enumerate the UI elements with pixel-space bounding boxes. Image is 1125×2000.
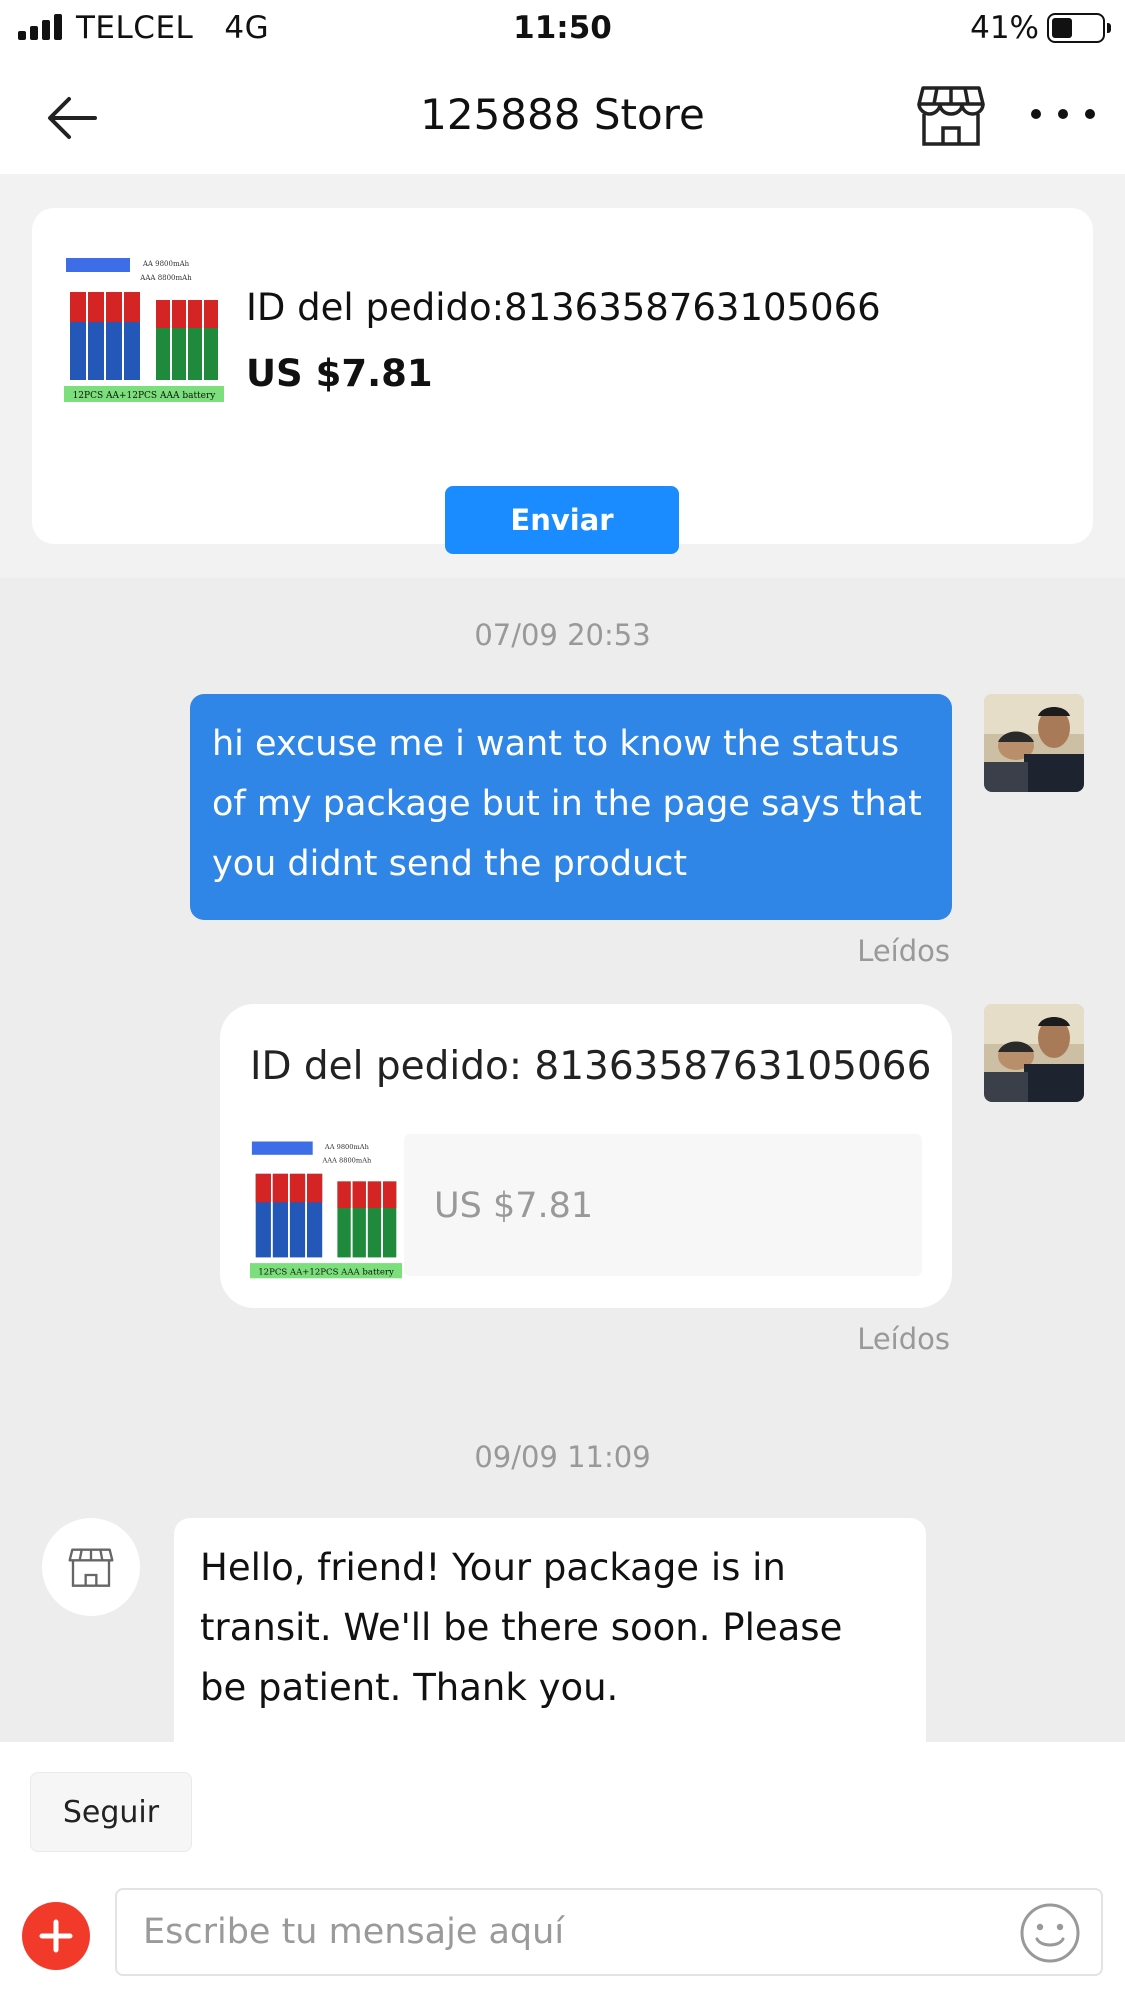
thumb-top-text-2: AAA 8800mAh: [139, 274, 192, 282]
order-panel: AA 9800mAh AAA 8800mAh 12PCS AA+12PCS AA…: [0, 174, 1125, 578]
emoji-icon[interactable]: [1019, 1902, 1081, 1964]
thumb-bottom-text: 12PCS AA+12PCS AAA battery: [258, 1268, 394, 1278]
battery-percent: 41%: [970, 10, 1039, 46]
thumb-top-text-1: AA 9800mAh: [324, 1143, 370, 1151]
received-message-text: Hello, friend! Your package is in transi…: [200, 1546, 843, 1709]
order-id: ID del pedido:8136358763105066: [246, 286, 881, 329]
order-message-price-box: US $7.81: [404, 1134, 922, 1276]
order-message-bubble[interactable]: ID del pedido: 8136358763105066 AA 9800m…: [220, 1004, 952, 1308]
order-message-price: US $7.81: [434, 1186, 594, 1226]
order-card: AA 9800mAh AAA 8800mAh 12PCS AA+12PCS AA…: [32, 208, 1093, 554]
order-message-id: ID del pedido: 8136358763105066: [250, 1044, 932, 1089]
composer-bar: Seguir: [0, 1742, 1125, 2000]
received-message-bubble[interactable]: Hello, friend! Your package is in transi…: [174, 1518, 926, 1742]
sent-message-bubble[interactable]: hi excuse me i want to know the status o…: [190, 694, 952, 920]
more-icon[interactable]: [1031, 94, 1095, 134]
plus-icon[interactable]: [22, 1902, 90, 1970]
store-avatar[interactable]: [42, 1518, 140, 1616]
thumb-top-text-1: AA 9800mAh: [142, 260, 190, 268]
status-time: 11:50: [513, 10, 612, 46]
product-thumbnail[interactable]: AA 9800mAh AAA 8800mAh 12PCS AA+12PCS AA…: [250, 1134, 402, 1282]
user-avatar[interactable]: [984, 1004, 1084, 1102]
chat-area[interactable]: 07/09 20:53 hi excuse me i want to know …: [0, 578, 1125, 1742]
store-icon[interactable]: [917, 84, 985, 148]
product-thumbnail[interactable]: AA 9800mAh AAA 8800mAh 12PCS AA+12PCS AA…: [64, 252, 224, 404]
read-receipt: Leídos: [857, 934, 950, 968]
order-price: US $7.81: [246, 352, 433, 395]
header-bar: 125888 Store: [0, 58, 1125, 174]
read-receipt: Leídos: [857, 1322, 950, 1356]
thumb-top-text-2: AAA 8800mAh: [322, 1156, 372, 1164]
follow-button[interactable]: Seguir: [30, 1772, 192, 1852]
chat-timestamp: 09/09 11:09: [474, 1440, 651, 1474]
battery-icon: [1047, 13, 1111, 43]
chat-timestamp: 07/09 20:53: [474, 618, 651, 652]
thumb-bottom-text: 12PCS AA+12PCS AAA battery: [73, 391, 217, 401]
status-bar: TELCEL 4G 11:50 41%: [0, 0, 1125, 58]
send-order-button[interactable]: Enviar: [445, 486, 679, 554]
message-input[interactable]: [115, 1888, 1103, 1976]
user-avatar[interactable]: [984, 694, 1084, 792]
